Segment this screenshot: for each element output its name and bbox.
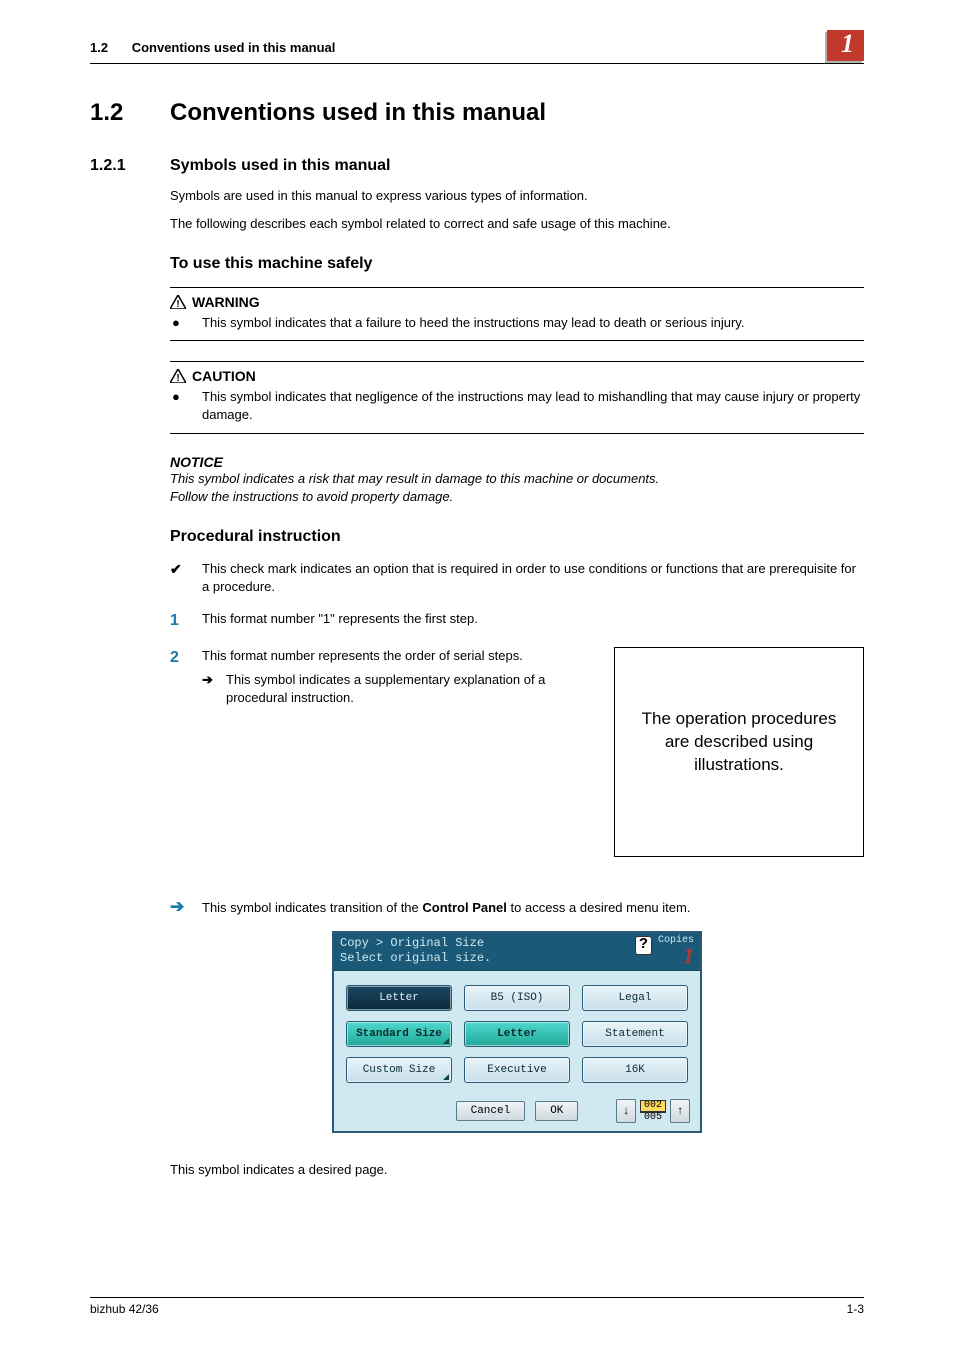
- size-btn-executive[interactable]: Executive: [464, 1057, 570, 1083]
- step-1: 1 This format number "1" represents the …: [170, 610, 864, 632]
- checkmark-text: This check mark indicates an option that…: [202, 560, 864, 596]
- warning-triangle-icon: !: [170, 295, 186, 309]
- caution-text: This symbol indicates that negligence of…: [202, 388, 864, 424]
- running-header: 1.2 Conventions used in this manual 1: [90, 30, 864, 64]
- section-title: Conventions used in this manual: [170, 99, 546, 127]
- subsection-heading: 1.2.1 Symbols used in this manual: [90, 157, 864, 175]
- warning-label: WARNING: [192, 294, 260, 310]
- section-number: 1.2: [90, 99, 170, 127]
- size-btn-statement[interactable]: Statement: [582, 1021, 688, 1047]
- checkmark-icon: ✔: [170, 560, 202, 596]
- chapter-badge: 1: [827, 30, 864, 61]
- intro-para-1: Symbols are used in this manual to expre…: [170, 187, 864, 205]
- page-down-button[interactable]: ↓: [616, 1099, 636, 1123]
- panel-text-a: This symbol indicates transition of the: [202, 900, 422, 915]
- step-1-text: This format number "1" represents the fi…: [202, 610, 864, 632]
- size-btn-b5iso[interactable]: B5 (ISO): [464, 985, 570, 1011]
- page-current: 002: [640, 1100, 666, 1112]
- tab-standard-size[interactable]: Standard Size: [346, 1021, 452, 1047]
- notice-line-1: This symbol indicates a risk that may re…: [170, 470, 864, 488]
- caution-label: CAUTION: [192, 368, 256, 384]
- size-btn-letter-top[interactable]: Letter: [346, 985, 452, 1011]
- step-number-1: 1: [170, 610, 202, 632]
- step-2-subtext: This symbol indicates a supplementary ex…: [226, 671, 596, 707]
- procedural-heading: Procedural instruction: [170, 528, 864, 546]
- cancel-button[interactable]: Cancel: [456, 1101, 526, 1121]
- footer-model: bizhub 42/36: [90, 1302, 159, 1316]
- header-section-title: Conventions used in this manual: [132, 40, 336, 55]
- help-icon[interactable]: ?: [635, 936, 652, 955]
- size-btn-letter-selected[interactable]: Letter: [464, 1021, 570, 1047]
- intro-para-2: The following describes each symbol rela…: [170, 215, 864, 233]
- step-2-text: This format number represents the order …: [202, 648, 523, 663]
- panel-transition-item: ➔ This symbol indicates transition of th…: [170, 897, 864, 917]
- control-panel-figure: Copy > Original Size Select original siz…: [332, 933, 702, 1133]
- svg-text:!: !: [176, 373, 179, 383]
- notice-block: NOTICE This symbol indicates a risk that…: [170, 454, 864, 506]
- ok-button[interactable]: OK: [535, 1101, 578, 1121]
- checkmark-item: ✔ This check mark indicates an option th…: [170, 560, 864, 596]
- size-btn-legal[interactable]: Legal: [582, 985, 688, 1011]
- tab-custom-size[interactable]: Custom Size: [346, 1057, 452, 1083]
- bullet-icon: ●: [172, 388, 202, 424]
- notice-line-2: Follow the instructions to avoid propert…: [170, 488, 864, 506]
- footer-page-number: 1-3: [847, 1302, 864, 1316]
- notice-label: NOTICE: [170, 454, 864, 470]
- caution-block: ! CAUTION ● This symbol indicates that n…: [170, 361, 864, 433]
- section-heading: 1.2 Conventions used in this manual: [90, 99, 864, 127]
- safety-heading: To use this machine safely: [170, 255, 864, 273]
- control-panel-bold: Control Panel: [422, 900, 507, 915]
- warning-block: ! WARNING ● This symbol indicates that a…: [170, 287, 864, 341]
- page-up-button[interactable]: ↑: [670, 1099, 690, 1123]
- warning-text: This symbol indicates that a failure to …: [202, 314, 744, 332]
- transition-arrow-icon: ➔: [170, 897, 202, 917]
- page-total: 005: [640, 1112, 666, 1123]
- panel-text-b: to access a desired menu item.: [507, 900, 691, 915]
- cp-breadcrumb: Copy > Original Size: [340, 936, 491, 951]
- page-footer: bizhub 42/36 1-3: [90, 1297, 864, 1316]
- subsection-number: 1.2.1: [90, 157, 170, 175]
- header-section-number: 1.2: [90, 40, 108, 55]
- page-indicator: 002 005: [640, 1100, 666, 1123]
- cp-prompt: Select original size.: [340, 951, 491, 966]
- illustration-callout: The operation procedures are described u…: [614, 647, 864, 858]
- sub-arrow-icon: ➔: [202, 671, 226, 707]
- desired-page-text: This symbol indicates a desired page.: [170, 1161, 864, 1179]
- step-number-2: 2: [170, 647, 202, 708]
- svg-text:!: !: [176, 299, 179, 309]
- copies-value: 1: [658, 946, 694, 966]
- bullet-icon: ●: [172, 314, 202, 332]
- size-btn-16k[interactable]: 16K: [582, 1057, 688, 1083]
- caution-triangle-icon: !: [170, 369, 186, 383]
- subsection-title: Symbols used in this manual: [170, 157, 391, 175]
